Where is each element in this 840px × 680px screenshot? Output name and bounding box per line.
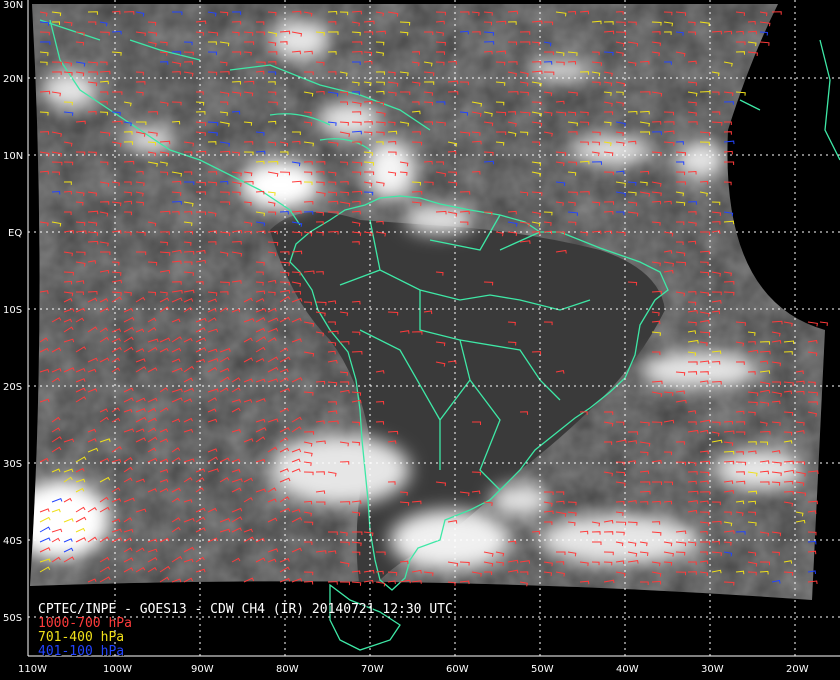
lon-label-80w: 80W [276,664,299,675]
lon-label-20w: 20W [786,664,809,675]
legend-low-level: 1000-700 hPa [38,616,132,631]
lat-label-10n: 10N [3,151,23,162]
satellite-wind-map: 30N 20N 10N EQ 10S 20S 30S 40S 50S 110W … [0,0,840,680]
lon-label-30w: 30W [701,664,724,675]
lat-label-50s: 50S [3,613,22,624]
lon-label-40w: 40W [616,664,639,675]
lon-label-60w: 60W [446,664,469,675]
lon-label-70w: 70W [361,664,384,675]
lat-label-eq: EQ [8,228,22,239]
lat-label-20n: 20N [3,74,23,85]
lon-label-110w: 110W [18,664,47,675]
lat-label-30n: 30N [3,0,23,11]
lat-label-40s: 40S [3,536,22,547]
lat-label-30s: 30S [3,459,22,470]
lon-label-100w: 100W [103,664,132,675]
lat-label-10s: 10S [3,305,22,316]
caption-block: CPTEC/INPE - GOES13 - CDW CH4 (IR) 20140… [38,603,453,659]
legend-high-level: 401-100 hPa [38,644,125,659]
lon-label-50w: 50W [531,664,554,675]
legend-mid-level: 701-400 hPa [38,630,125,645]
lat-label-20s: 20S [3,382,22,393]
lon-label-90w: 90W [191,664,214,675]
caption-title: CPTEC/INPE - GOES13 - CDW CH4 (IR) 20140… [38,602,453,617]
